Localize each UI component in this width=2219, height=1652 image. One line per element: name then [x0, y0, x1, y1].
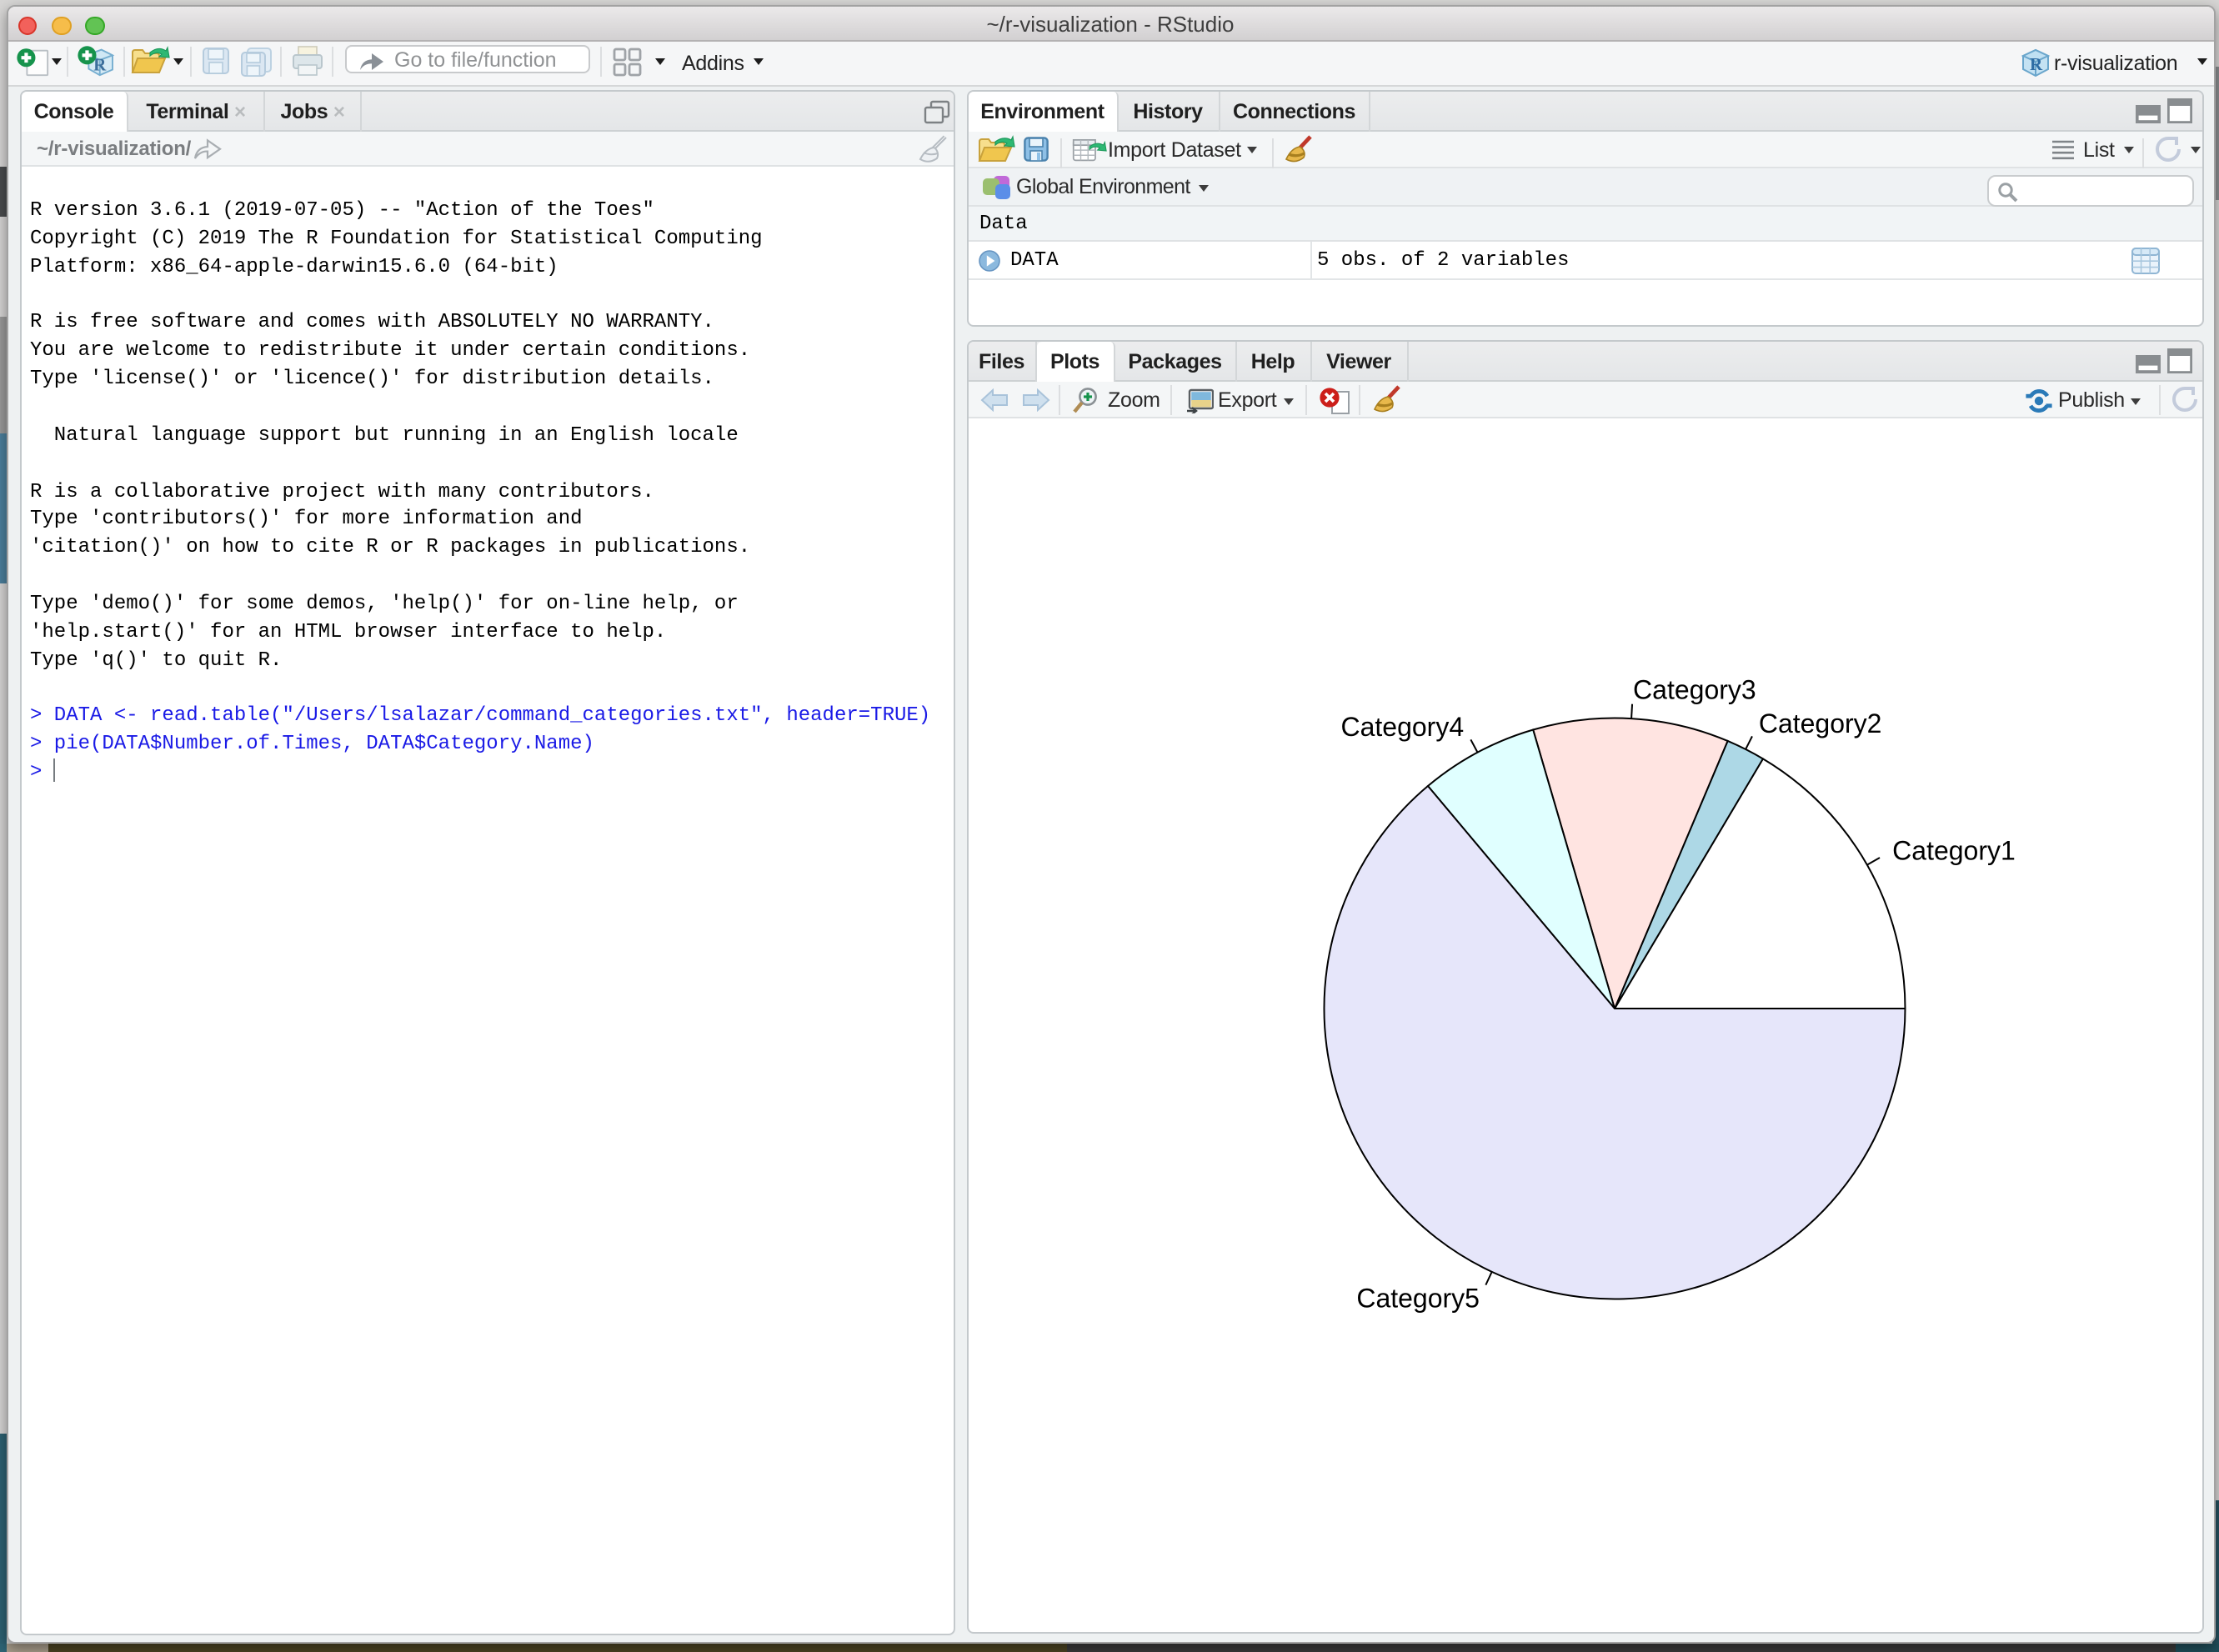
- svg-text:R: R: [2029, 53, 2042, 73]
- svg-text:Category4: Category4: [1340, 713, 1464, 743]
- svg-text:Category1: Category1: [1892, 836, 2016, 866]
- svg-text:Category2: Category2: [1759, 708, 1882, 738]
- svg-text:Category3: Category3: [1633, 675, 1756, 705]
- svg-text:Category5: Category5: [1356, 1284, 1480, 1314]
